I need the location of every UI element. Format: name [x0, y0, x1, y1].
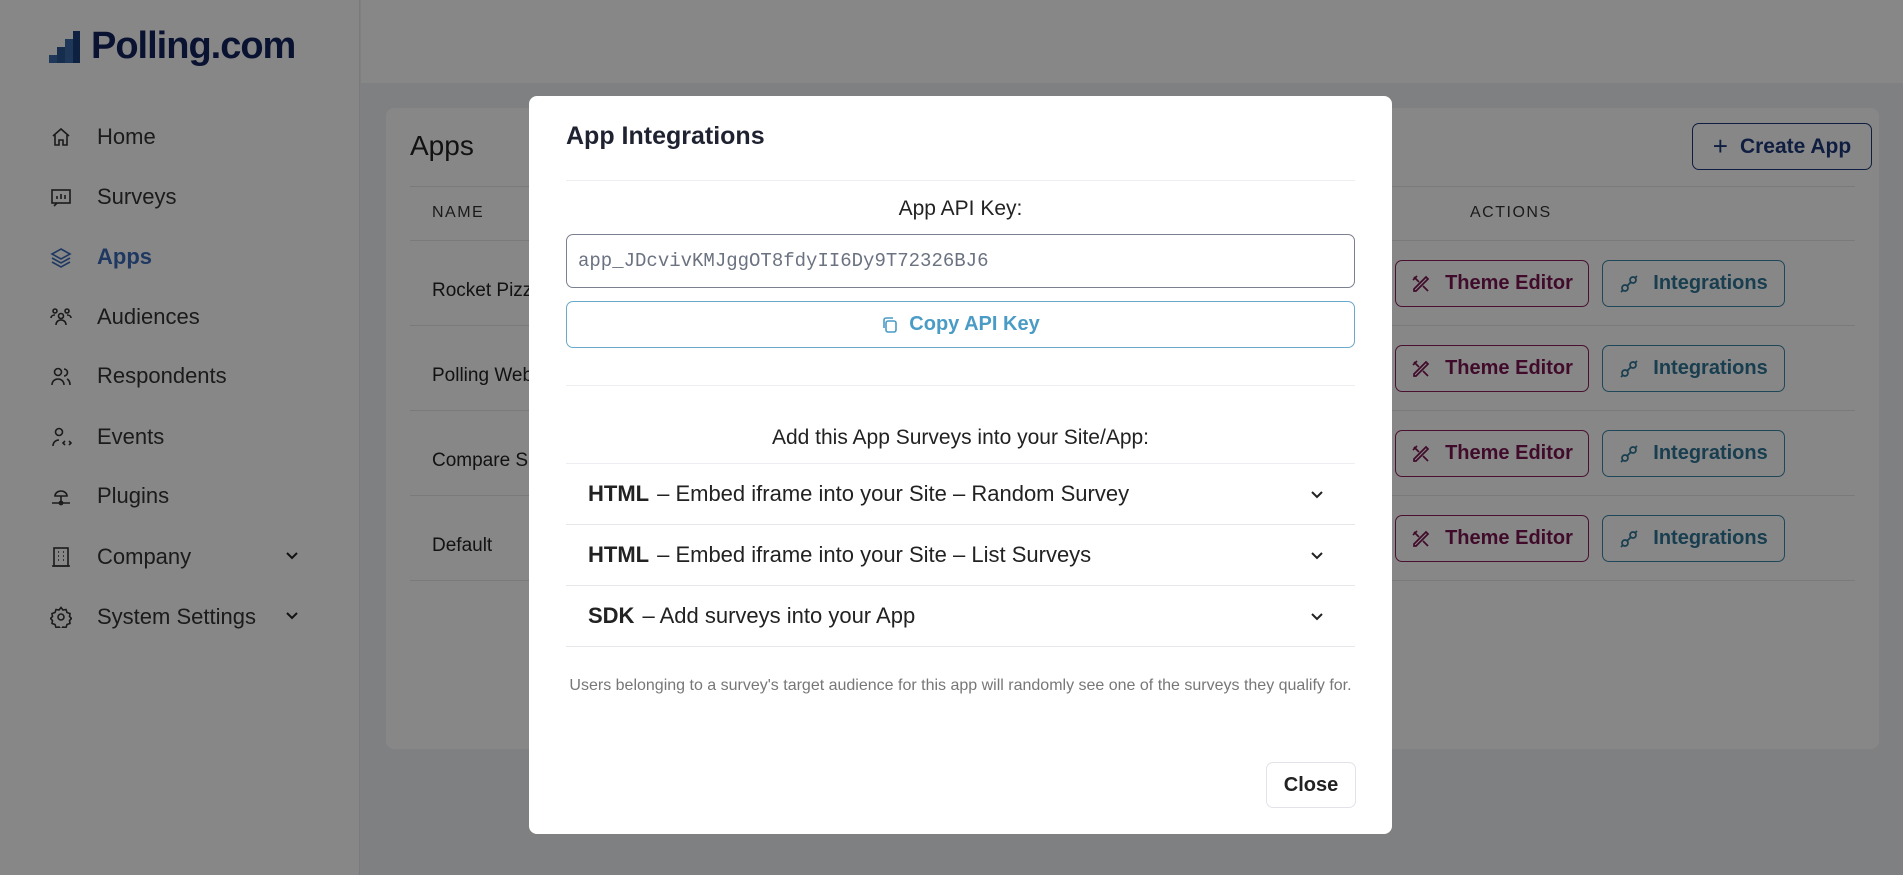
info-note: Users belonging to a survey's target aud…: [569, 677, 1352, 694]
app-integrations-modal: App Integrations App API Key: Copy API K…: [529, 96, 1392, 834]
copy-api-key-button[interactable]: Copy API Key: [566, 301, 1355, 348]
divider: [566, 180, 1355, 181]
api-key-input[interactable]: [566, 234, 1355, 288]
embed-instructions-label: Add this App Surveys into your Site/App:: [771, 426, 1150, 449]
api-key-label: App API Key:: [898, 197, 1023, 220]
accordion-html-0[interactable]: HTML – Embed iframe into your Site – Rand…: [566, 464, 1355, 525]
chevron-down-icon: [1311, 613, 1323, 621]
chevron-down-icon: [1311, 552, 1323, 560]
modal-title: App Integrations: [566, 122, 765, 150]
copy-icon: [883, 316, 898, 333]
accordion-html-1[interactable]: HTML – Embed iframe into your Site – List…: [566, 525, 1355, 586]
divider: [566, 385, 1355, 386]
chevron-down-icon: [1311, 491, 1323, 499]
accordion-sdk-2[interactable]: SDK – Add surveys into your App: [566, 586, 1355, 647]
close-button[interactable]: Close: [1266, 762, 1356, 808]
